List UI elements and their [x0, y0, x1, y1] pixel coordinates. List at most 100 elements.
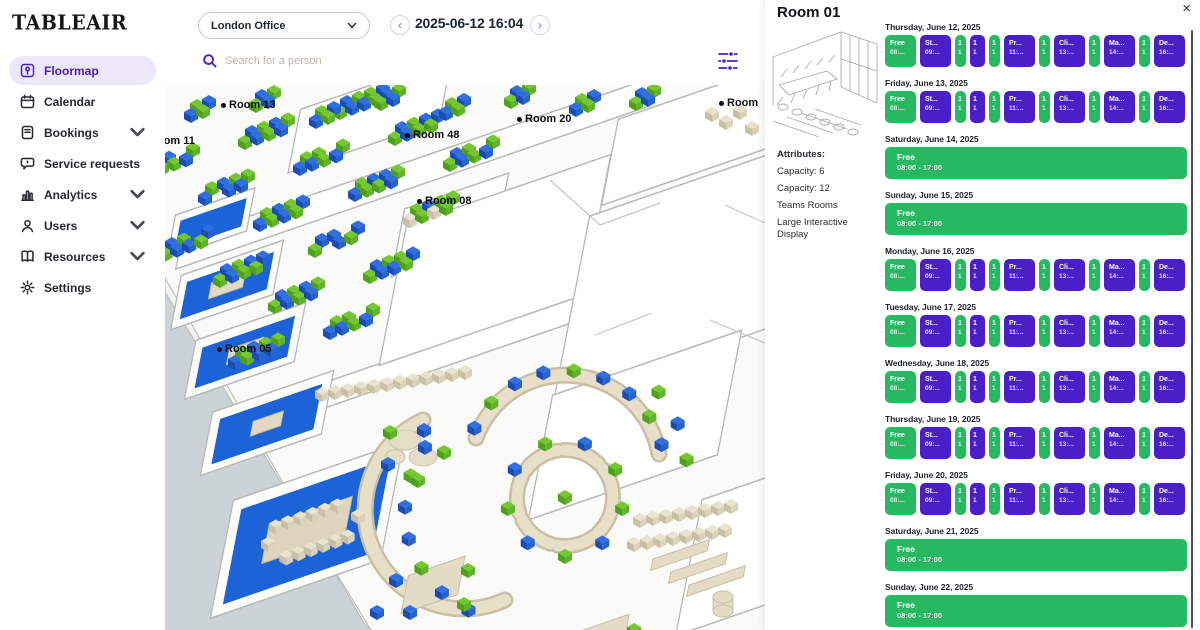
- sidebar-item-users[interactable]: Users: [9, 211, 156, 240]
- booking-chip[interactable]: Pr...11:...: [1004, 371, 1035, 403]
- booking-chip[interactable]: St...09:...: [920, 315, 951, 347]
- close-icon[interactable]: ×: [1182, 0, 1191, 17]
- booking-chip[interactable]: Pr...11:...: [1004, 259, 1035, 291]
- booking-chip[interactable]: Cli...13:...: [1054, 91, 1085, 123]
- booking-chip[interactable]: Free08:...: [885, 91, 916, 123]
- booking-chip[interactable]: Pr...11:...: [1004, 315, 1035, 347]
- booking-chip[interactable]: Ma...14:...: [1104, 35, 1135, 67]
- booking-chip[interactable]: Cli...13:...: [1054, 427, 1085, 459]
- booking-chip[interactable]: 11: [970, 91, 985, 123]
- booking-chip[interactable]: Ma...14:...: [1104, 91, 1135, 123]
- booking-chip[interactable]: Ma...14:...: [1104, 427, 1135, 459]
- booking-chip[interactable]: 11: [1089, 91, 1100, 123]
- booking-chip[interactable]: Ma...14:...: [1104, 371, 1135, 403]
- booking-chip[interactable]: 11: [1139, 91, 1150, 123]
- booking-chip[interactable]: 11: [989, 371, 1000, 403]
- booking-chip[interactable]: 11: [955, 315, 966, 347]
- booking-chip[interactable]: Free08:...: [885, 483, 916, 515]
- room-label[interactable]: Room 11: [165, 135, 195, 147]
- booking-chip[interactable]: De...16:...: [1154, 315, 1185, 347]
- search-input[interactable]: [225, 51, 605, 71]
- booking-chip[interactable]: St...09:...: [920, 483, 951, 515]
- booking-chip[interactable]: 11: [955, 35, 966, 67]
- sidebar-item-analytics[interactable]: Analytics: [9, 180, 156, 209]
- floormap-canvas[interactable]: Room 13 Room 11 Room 48 Room 20 Room 08 …: [165, 85, 765, 630]
- booking-chip[interactable]: 11: [989, 427, 1000, 459]
- booking-chip[interactable]: 11: [970, 483, 985, 515]
- booking-chip[interactable]: 11: [1039, 371, 1050, 403]
- booking-chip[interactable]: 11: [989, 91, 1000, 123]
- office-selector[interactable]: London Office: [198, 12, 370, 39]
- sidebar-item-floormap[interactable]: Floormap: [9, 56, 156, 85]
- booking-chip[interactable]: Free08:...: [885, 315, 916, 347]
- next-date-button[interactable]: ›: [530, 15, 550, 35]
- booking-chip[interactable]: Cli...13:...: [1054, 259, 1085, 291]
- scrollbar[interactable]: [1191, 30, 1193, 628]
- booking-chip[interactable]: St...09:...: [920, 259, 951, 291]
- booking-chip[interactable]: 11: [970, 371, 985, 403]
- booking-chip[interactable]: Cli...13:...: [1054, 483, 1085, 515]
- filter-icon[interactable]: [716, 50, 740, 72]
- booking-chip[interactable]: Cli...13:...: [1054, 35, 1085, 67]
- booking-chip[interactable]: Free08:00 - 17:00: [885, 203, 1187, 235]
- room-label[interactable]: Room 20: [517, 113, 571, 125]
- booking-chip[interactable]: 11: [1039, 35, 1050, 67]
- booking-chip[interactable]: Ma...14:...: [1104, 483, 1135, 515]
- booking-chip[interactable]: 11: [1089, 371, 1100, 403]
- booking-chip[interactable]: 11: [1139, 35, 1150, 67]
- sidebar-item-resources[interactable]: Resources: [9, 242, 156, 271]
- booking-chip[interactable]: Free08:...: [885, 259, 916, 291]
- booking-chip[interactable]: 11: [1139, 371, 1150, 403]
- booking-chip[interactable]: 11: [1089, 315, 1100, 347]
- room-label[interactable]: Room: [719, 97, 758, 109]
- sidebar-item-calendar[interactable]: Calendar: [9, 87, 156, 116]
- booking-chip[interactable]: Cli...13:...: [1054, 371, 1085, 403]
- booking-chip[interactable]: Ma...14:...: [1104, 259, 1135, 291]
- sidebar-item-bookings[interactable]: Bookings: [9, 118, 156, 147]
- booking-chip[interactable]: 11: [989, 315, 1000, 347]
- booking-chip[interactable]: 11: [1039, 427, 1050, 459]
- room-label[interactable]: Room 08: [417, 195, 471, 207]
- booking-chip[interactable]: De...16:...: [1154, 35, 1185, 67]
- booking-chip[interactable]: 11: [1039, 483, 1050, 515]
- booking-chip[interactable]: De...16:...: [1154, 371, 1185, 403]
- booking-chip[interactable]: De...16:...: [1154, 427, 1185, 459]
- booking-chip[interactable]: 11: [1039, 91, 1050, 123]
- booking-chip[interactable]: 11: [970, 259, 985, 291]
- booking-chip[interactable]: Pr...11:...: [1004, 483, 1035, 515]
- booking-chip[interactable]: 11: [1089, 259, 1100, 291]
- booking-chip[interactable]: 11: [955, 259, 966, 291]
- booking-chip[interactable]: Free08:...: [885, 427, 916, 459]
- booking-chip[interactable]: 11: [989, 259, 1000, 291]
- booking-chip[interactable]: De...16:...: [1154, 483, 1185, 515]
- booking-chip[interactable]: Free08:...: [885, 35, 916, 67]
- booking-chip[interactable]: 11: [1139, 259, 1150, 291]
- booking-chip[interactable]: 11: [970, 315, 985, 347]
- booking-chip[interactable]: 11: [1139, 483, 1150, 515]
- sidebar-item-settings[interactable]: Settings: [9, 273, 156, 302]
- booking-chip[interactable]: 11: [955, 371, 966, 403]
- booking-chip[interactable]: St...09:...: [920, 371, 951, 403]
- booking-chip[interactable]: Cli...13:...: [1054, 315, 1085, 347]
- booking-chip[interactable]: Ma...14:...: [1104, 315, 1135, 347]
- booking-chip[interactable]: Free08:00 - 17:00: [885, 595, 1187, 627]
- booking-chip[interactable]: Free08:...: [885, 371, 916, 403]
- booking-chip[interactable]: De...16:...: [1154, 259, 1185, 291]
- booking-chip[interactable]: 11: [955, 91, 966, 123]
- previous-date-button[interactable]: ‹: [390, 15, 410, 35]
- booking-chip[interactable]: 11: [1039, 315, 1050, 347]
- booking-chip[interactable]: Free08:00 - 17:00: [885, 147, 1187, 179]
- booking-chip[interactable]: 11: [989, 483, 1000, 515]
- booking-chip[interactable]: 11: [970, 427, 985, 459]
- booking-chip[interactable]: 11: [1089, 483, 1100, 515]
- booking-chip[interactable]: Free08:00 - 17:00: [885, 539, 1187, 571]
- room-label[interactable]: Room 48: [405, 129, 459, 141]
- booking-chip[interactable]: 11: [1089, 427, 1100, 459]
- booking-chip[interactable]: 11: [955, 483, 966, 515]
- booking-chip[interactable]: Pr...11:...: [1004, 35, 1035, 67]
- sidebar-item-service-requests[interactable]: Service requests: [9, 149, 156, 178]
- booking-chip[interactable]: Pr...11:...: [1004, 427, 1035, 459]
- room-label[interactable]: Room 13: [221, 99, 275, 111]
- booking-chip[interactable]: 11: [989, 35, 1000, 67]
- booking-chip[interactable]: 11: [955, 427, 966, 459]
